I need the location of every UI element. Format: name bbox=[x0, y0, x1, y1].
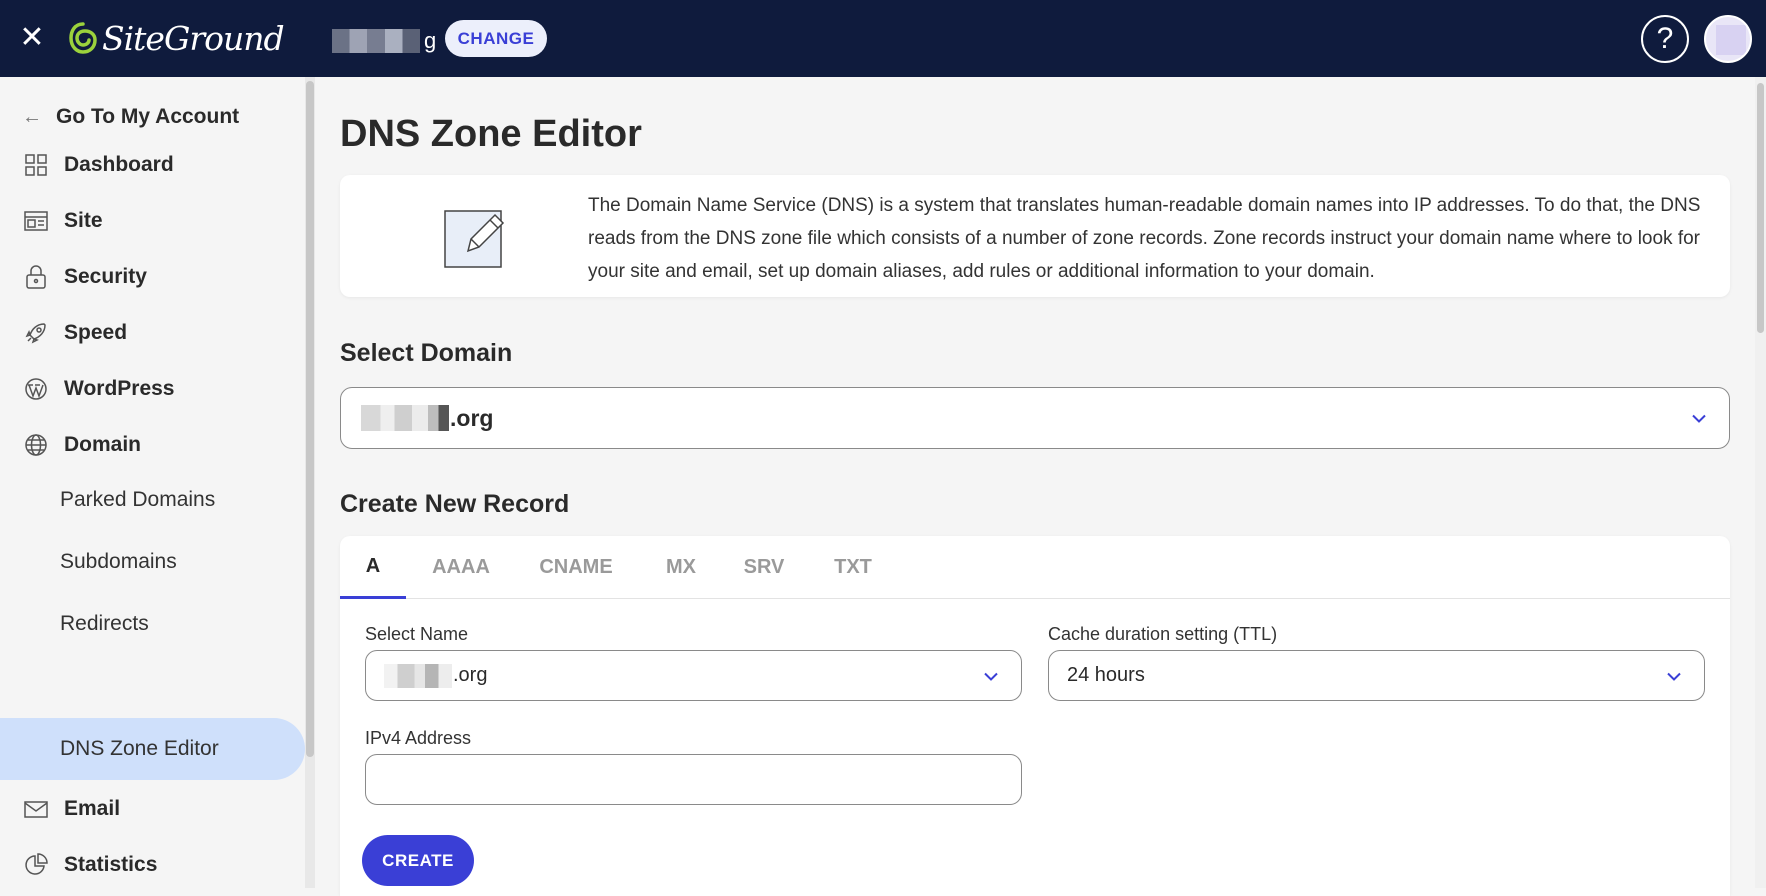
sidebar-item-label: Dashboard bbox=[64, 153, 174, 176]
main-content: DNS Zone Editor The Domain Name Service … bbox=[315, 77, 1755, 896]
tab-srv[interactable]: SRV bbox=[738, 536, 790, 599]
chevron-down-icon bbox=[1691, 408, 1707, 429]
site-icon bbox=[23, 208, 49, 234]
ttl-value: 24 hours bbox=[1067, 664, 1145, 686]
sidebar-item-site[interactable]: Site bbox=[0, 193, 305, 249]
domain-select[interactable]: .org bbox=[340, 387, 1730, 449]
page-title: DNS Zone Editor bbox=[340, 113, 642, 155]
tab-a[interactable]: A bbox=[340, 536, 406, 599]
tab-cname[interactable]: CNAME bbox=[534, 536, 618, 599]
tab-mx[interactable]: MX bbox=[658, 536, 704, 599]
sidebar-item-security[interactable]: Security bbox=[0, 249, 305, 305]
top-bar: ✕ SiteGround g CHANGE ? bbox=[0, 0, 1766, 77]
create-button[interactable]: CREATE bbox=[362, 835, 474, 886]
chevron-down-icon bbox=[1666, 665, 1682, 686]
sidebar-item-label: Email bbox=[64, 797, 121, 820]
sidebar-item-statistics[interactable]: Statistics bbox=[0, 837, 305, 893]
tab-txt[interactable]: TXT bbox=[828, 536, 878, 599]
page-scrollbar-thumb[interactable] bbox=[1757, 83, 1764, 333]
sidebar-item-label: Statistics bbox=[64, 853, 158, 876]
pie-chart-icon bbox=[23, 852, 49, 878]
dashboard-icon bbox=[23, 152, 49, 178]
rocket-icon bbox=[23, 320, 49, 346]
sidebar-item-label: Security bbox=[64, 265, 147, 288]
sidebar-item-dns-zone-editor[interactable]: DNS Zone Editor bbox=[0, 718, 305, 780]
dns-info-text: The Domain Name Service (DNS) is a syste… bbox=[588, 195, 1701, 282]
arrow-left-icon: ← bbox=[22, 105, 42, 128]
redacted-name bbox=[384, 663, 452, 688]
select-name-label: Select Name bbox=[365, 624, 469, 644]
sidebar-item-email[interactable]: Email bbox=[0, 781, 305, 837]
sidebar-item-domain[interactable]: Domain bbox=[0, 417, 305, 473]
sidebar-item-dashboard[interactable]: Dashboard bbox=[0, 137, 305, 193]
close-icon[interactable]: ✕ bbox=[18, 22, 46, 54]
sidebar: ← Go To My Account Dashboard Site Securi… bbox=[0, 77, 305, 888]
redacted-domain bbox=[361, 405, 449, 431]
avatar[interactable] bbox=[1704, 15, 1752, 63]
edit-document-icon bbox=[444, 210, 505, 268]
lock-icon bbox=[23, 264, 49, 290]
mail-icon bbox=[23, 796, 49, 822]
sidebar-item-wordpress[interactable]: WordPress bbox=[0, 361, 305, 417]
help-icon[interactable]: ? bbox=[1641, 15, 1689, 63]
domain-suffix: .org bbox=[450, 404, 494, 431]
sidebar-item-label: Domain bbox=[64, 433, 142, 456]
sidebar-item-label: WordPress bbox=[64, 377, 175, 400]
sidebar-item-parked-domains[interactable]: Parked Domains bbox=[0, 469, 305, 531]
redacted-site-name bbox=[332, 29, 420, 53]
ipv4-input[interactable] bbox=[365, 754, 1022, 805]
page-scrollbar[interactable] bbox=[1755, 77, 1766, 888]
siteground-logo-icon bbox=[69, 22, 97, 54]
sidebar-scrollbar-thumb[interactable] bbox=[306, 81, 314, 757]
select-name-suffix: .org bbox=[453, 664, 488, 686]
create-new-record-heading: Create New Record bbox=[340, 490, 570, 518]
record-type-tabs: A AAAA CNAME MX SRV TXT bbox=[340, 536, 1730, 599]
sidebar-item-redirects[interactable]: Redirects bbox=[0, 593, 305, 655]
tab-aaaa[interactable]: AAAA bbox=[426, 536, 496, 599]
site-name-suffix: g bbox=[424, 28, 437, 53]
logo-text: SiteGround bbox=[102, 18, 285, 58]
back-link-label: Go To My Account bbox=[56, 105, 240, 128]
ttl-dropdown[interactable]: 24 hours bbox=[1048, 650, 1705, 701]
sidebar-item-label: Speed bbox=[64, 321, 128, 344]
sidebar-item-speed[interactable]: Speed bbox=[0, 305, 305, 361]
current-site-name: g bbox=[332, 25, 436, 57]
ipv4-label: IPv4 Address bbox=[365, 728, 472, 748]
create-record-card: A AAAA CNAME MX SRV TXT Select Name .org… bbox=[340, 536, 1730, 896]
select-name-dropdown[interactable]: .org bbox=[365, 650, 1022, 701]
chevron-down-icon bbox=[983, 665, 999, 686]
dns-info-card: The Domain Name Service (DNS) is a syste… bbox=[340, 175, 1730, 297]
siteground-logo[interactable]: SiteGround bbox=[68, 16, 285, 60]
select-domain-heading: Select Domain bbox=[340, 339, 513, 367]
sidebar-item-subdomains[interactable]: Subdomains bbox=[0, 531, 305, 593]
ttl-label: Cache duration setting (TTL) bbox=[1048, 624, 1278, 644]
go-to-my-account-link[interactable]: ← Go To My Account bbox=[22, 101, 239, 133]
sidebar-scrollbar[interactable] bbox=[305, 77, 315, 888]
sidebar-item-label: Site bbox=[64, 209, 103, 232]
globe-icon bbox=[23, 432, 49, 458]
wordpress-icon bbox=[23, 376, 49, 402]
change-site-button[interactable]: CHANGE bbox=[445, 20, 547, 57]
